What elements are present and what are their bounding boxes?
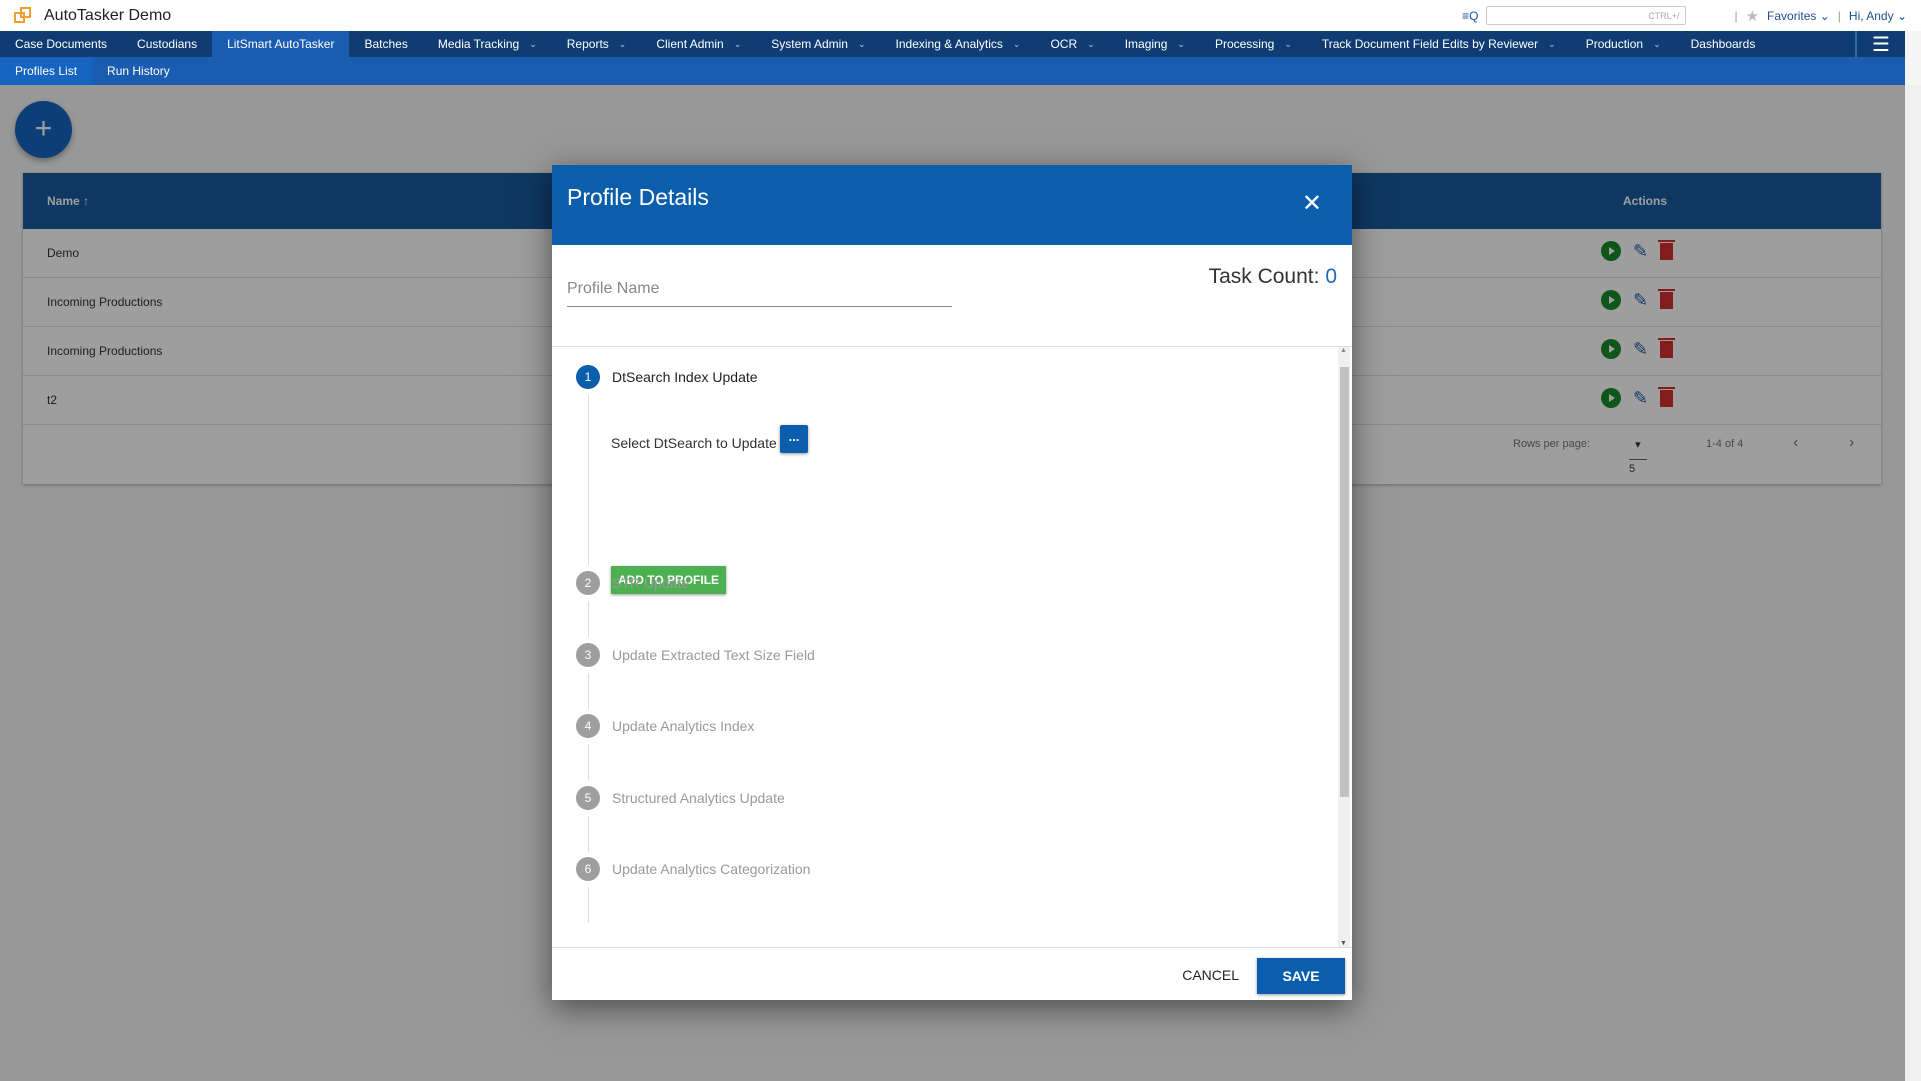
app-title: AutoTasker Demo (44, 6, 172, 24)
step-6[interactable]: 6 Update Analytics Categorization (576, 857, 810, 881)
page-scrollbar[interactable] (1905, 85, 1921, 1081)
step-5[interactable]: 5 Structured Analytics Update (576, 786, 785, 810)
chevron-down-icon: ⌄ (1653, 39, 1661, 49)
star-icon[interactable]: ★ (1746, 7, 1759, 25)
cancel-button[interactable]: CANCEL (1182, 967, 1239, 983)
step-3[interactable]: 3 Update Extracted Text Size Field (576, 643, 815, 667)
nav-item-media-tracking[interactable]: Media Tracking ⌄ (423, 31, 552, 57)
nav-item-litsmart-autotasker[interactable]: LitSmart AutoTasker (212, 31, 350, 57)
dialog-title: Profile Details (567, 184, 709, 210)
close-icon[interactable]: ✕ (1302, 189, 1322, 218)
step-number-badge: 4 (576, 714, 600, 738)
step-2[interactable]: 2 STR Update (576, 571, 689, 595)
subnav-item[interactable]: Profiles List (0, 57, 93, 85)
profile-details-dialog: Profile Details ✕ Profile Name Task Coun… (552, 165, 1352, 1000)
chevron-down-icon: ⌄ (1284, 39, 1292, 49)
nav-item-system-admin[interactable]: System Admin ⌄ (756, 31, 880, 57)
nav-item-indexing-analytics[interactable]: Indexing & Analytics ⌄ (881, 31, 1036, 57)
step-number-badge: 2 (576, 571, 600, 595)
nav-item-ocr[interactable]: OCR ⌄ (1035, 31, 1109, 57)
step-label: Update Extracted Text Size Field (612, 647, 815, 663)
nav-item-case-documents[interactable]: Case Documents (0, 31, 122, 57)
step-number-badge: 5 (576, 786, 600, 810)
profile-name-input[interactable]: Profile Name (567, 280, 952, 307)
step-label: Update Analytics Index (612, 718, 755, 734)
menu-icon[interactable]: ☰ (1855, 31, 1905, 57)
subnav-item[interactable]: Run History (92, 57, 185, 85)
steps-list: Select DtSearch to Update ... ADD TO PRO… (552, 347, 1338, 947)
nav-item-dashboards[interactable]: Dashboards (1676, 31, 1771, 57)
nav-item-batches[interactable]: Batches (349, 31, 422, 57)
app-logo: AutoTasker Demo (14, 6, 172, 25)
chevron-down-icon: ⌄ (733, 39, 742, 49)
step-label: DtSearch Index Update (612, 369, 758, 385)
nav-item-client-admin[interactable]: Client Admin ⌄ (641, 31, 756, 57)
task-count: Task Count: 0 (1208, 265, 1337, 288)
step-label: Structured Analytics Update (612, 790, 785, 806)
chevron-down-icon: ⌄ (1012, 39, 1021, 49)
chevron-down-icon: ⌄ (1548, 39, 1556, 49)
step-4[interactable]: 4 Update Analytics Index (576, 714, 754, 738)
step-number-badge: 1 (576, 365, 600, 389)
logo-icon (14, 6, 36, 25)
favorites-menu[interactable]: Favorites ⌄ (1767, 9, 1830, 23)
step-label: Update Analytics Categorization (612, 861, 811, 877)
nav-item-reports[interactable]: Reports ⌄ (552, 31, 642, 57)
nav-item-production[interactable]: Production ⌄ (1571, 31, 1676, 57)
chevron-down-icon: ⌄ (618, 39, 627, 49)
step-label: STR Update (612, 575, 690, 591)
search-icon[interactable]: ≡Q (1462, 9, 1478, 23)
main-nav: Case Documents Custodians LitSmart AutoTas… (0, 31, 1905, 57)
select-dtsearch-label: Select DtSearch to Update (611, 435, 777, 451)
dialog-scrollbar[interactable]: ▲ ▼ (1338, 347, 1350, 947)
step-number-badge: 3 (576, 643, 600, 667)
top-bar: AutoTasker Demo ≡Q CTRL+/ | ★ Favorites … (0, 0, 1921, 31)
sub-nav: Profiles List Run History (0, 57, 1905, 85)
chevron-down-icon: ⌄ (857, 39, 866, 49)
nav-item-imaging[interactable]: Imaging ⌄ (1110, 31, 1200, 57)
nav-item-track-document-field-edits-by-reviewer[interactable]: Track Document Field Edits by Reviewer ⌄ (1307, 31, 1571, 57)
nav-item-processing[interactable]: Processing ⌄ (1200, 31, 1307, 57)
search-input[interactable]: CTRL+/ (1486, 6, 1687, 25)
chevron-down-icon: ⌄ (1087, 39, 1095, 49)
save-button[interactable]: SAVE (1257, 958, 1345, 994)
step-number-badge: 6 (576, 857, 600, 881)
chevron-down-icon: ⌄ (529, 39, 537, 49)
chevron-down-icon: ⌄ (1177, 39, 1185, 49)
nav-item-custodians[interactable]: Custodians (122, 31, 212, 57)
user-menu[interactable]: Hi, Andy ⌄ (1849, 9, 1907, 23)
browse-dtsearch-button[interactable]: ... (780, 425, 808, 453)
step-1[interactable]: 1 DtSearch Index Update (576, 365, 758, 389)
